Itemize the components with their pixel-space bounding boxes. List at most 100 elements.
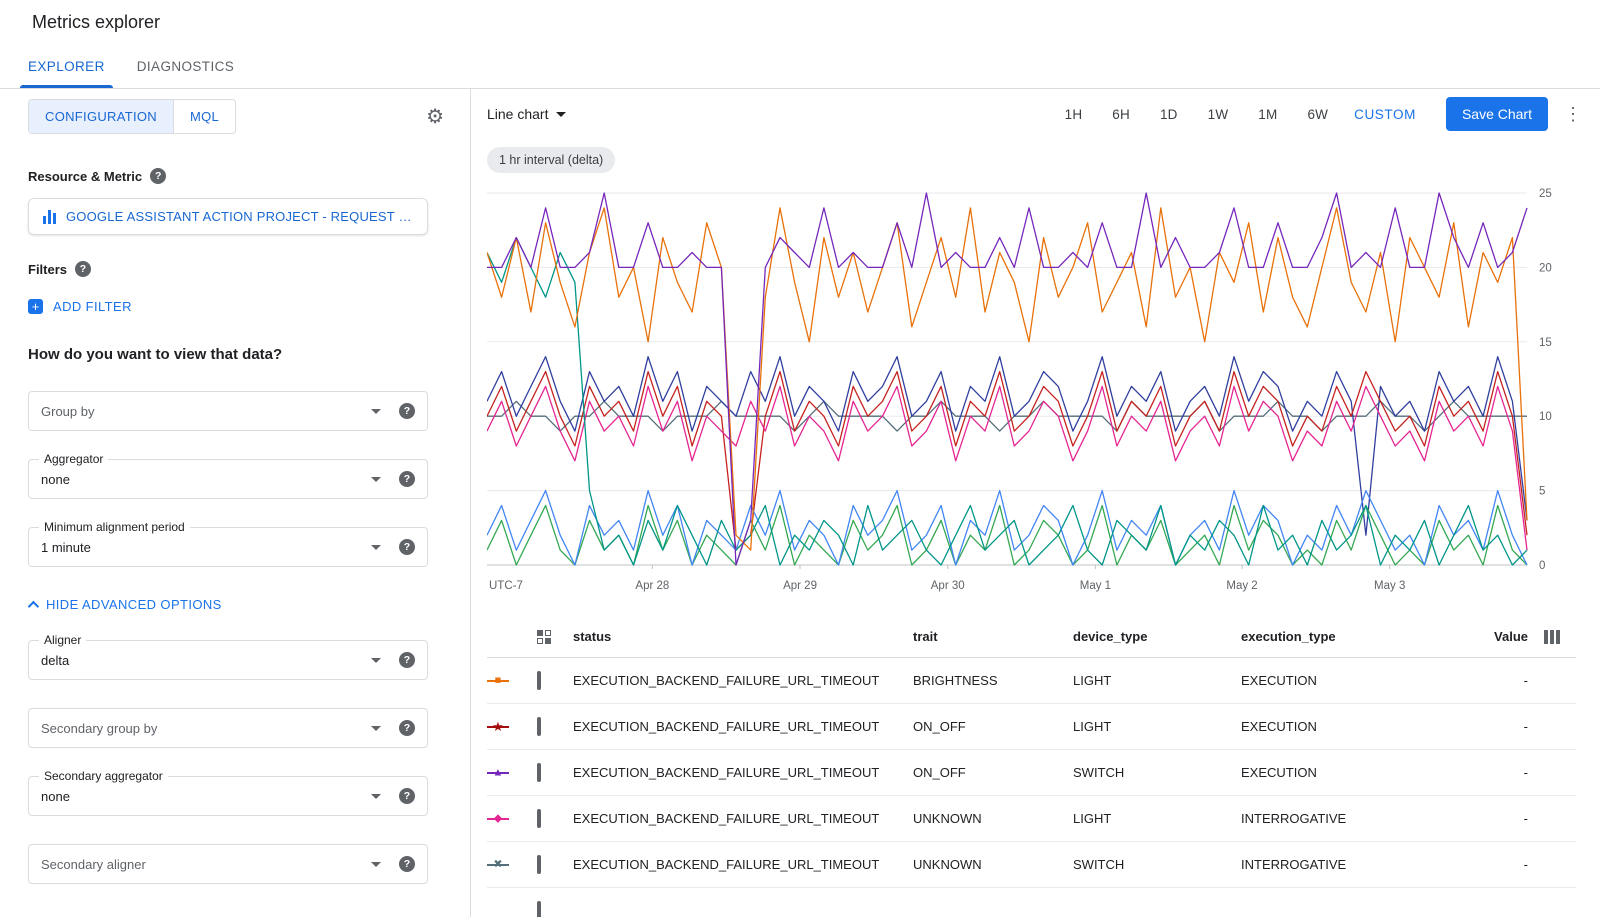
help-icon[interactable]: ? xyxy=(399,539,415,555)
cell-value: - xyxy=(1491,811,1528,826)
range-6h-button[interactable]: 6H xyxy=(1112,107,1130,122)
series-marker-icon: ◆ xyxy=(487,812,509,826)
aligner-select[interactable]: Aligner delta ? xyxy=(28,640,428,680)
svg-text:Apr 30: Apr 30 xyxy=(931,580,965,592)
column-settings-icon[interactable] xyxy=(1544,630,1560,644)
kebab-menu-icon[interactable]: ⋮ xyxy=(1564,104,1582,125)
chevron-up-icon xyxy=(28,600,39,611)
cell-value: - xyxy=(1491,765,1528,780)
secondary-aggregator-value: none xyxy=(41,789,371,804)
chevron-down-icon xyxy=(371,545,381,550)
range-1w-button[interactable]: 1W xyxy=(1208,107,1229,122)
cell-trait: ON_OFF xyxy=(913,719,1073,734)
secondary-group-by-value: Secondary group by xyxy=(41,721,371,736)
min-alignment-period-select[interactable]: Minimum alignment period 1 minute ? xyxy=(28,527,428,567)
svg-text:20: 20 xyxy=(1539,262,1552,274)
help-icon[interactable]: ? xyxy=(399,720,415,736)
chevron-down-icon xyxy=(371,477,381,482)
time-range-group: 1H 6H 1D 1W 1M 6W xyxy=(1065,107,1328,122)
cell-trait: UNKNOWN xyxy=(913,857,1073,872)
hide-advanced-options-button[interactable]: HIDE ADVANCED OPTIONS xyxy=(28,597,442,612)
chevron-down-icon xyxy=(371,862,381,867)
secondary-aggregator-select[interactable]: Secondary aggregator none ? xyxy=(28,776,428,816)
group-by-value: Group by xyxy=(41,404,371,419)
help-icon[interactable]: ? xyxy=(75,261,91,277)
table-row: ★ EXECUTION_BACKEND_FAILURE_URL_TIMEOUT … xyxy=(487,704,1576,750)
toggle-all-series-icon[interactable] xyxy=(537,630,573,644)
row-checkbox[interactable] xyxy=(537,855,541,874)
chart-type-dropdown[interactable]: Line chart xyxy=(487,106,566,122)
series-marker-icon: ■ xyxy=(487,674,509,688)
bar-chart-icon xyxy=(43,210,56,224)
configuration-panel: CONFIGURATION MQL ⚙ Resource & Metric ? … xyxy=(0,89,471,917)
mql-toggle-button[interactable]: MQL xyxy=(173,100,235,133)
table-row xyxy=(487,888,1576,917)
cell-device-type: LIGHT xyxy=(1073,811,1241,826)
cell-execution-type: EXECUTION xyxy=(1241,765,1491,780)
view-question-heading: How do you want to view that data? xyxy=(28,346,442,363)
secondary-aligner-value: Secondary aligner xyxy=(41,857,371,872)
range-6w-button[interactable]: 6W xyxy=(1307,107,1328,122)
cell-execution-type: EXECUTION xyxy=(1241,719,1491,734)
row-checkbox[interactable] xyxy=(537,763,541,782)
cell-device-type: SWITCH xyxy=(1073,857,1241,872)
settings-gear-icon[interactable]: ⚙ xyxy=(426,107,444,127)
secondary-aggregator-label: Secondary aggregator xyxy=(39,769,168,783)
cell-execution-type: INTERROGATIVE xyxy=(1241,857,1491,872)
row-checkbox[interactable] xyxy=(537,809,541,828)
help-icon[interactable]: ? xyxy=(399,652,415,668)
filters-label: Filters xyxy=(28,262,67,277)
table-row: ◆ EXECUTION_BACKEND_FAILURE_URL_TIMEOUT … xyxy=(487,796,1576,842)
series-marker-icon: ✖ xyxy=(487,858,509,872)
svg-text:May 3: May 3 xyxy=(1374,580,1405,592)
help-icon[interactable]: ? xyxy=(399,471,415,487)
page-title: Metrics explorer xyxy=(32,12,1568,33)
range-1d-button[interactable]: 1D xyxy=(1160,107,1178,122)
svg-text:0: 0 xyxy=(1539,560,1545,572)
cell-status: EXECUTION_BACKEND_FAILURE_URL_TIMEOUT xyxy=(573,719,913,734)
column-header-value: Value xyxy=(1491,629,1528,644)
column-header-device-type: device_type xyxy=(1073,629,1241,644)
group-by-select[interactable]: Group by ? xyxy=(28,391,428,431)
min-alignment-period-value: 1 minute xyxy=(41,540,371,555)
legend-table: status trait device_type execution_type … xyxy=(487,616,1576,917)
configuration-toggle-button[interactable]: CONFIGURATION xyxy=(29,100,173,133)
legend-table-header: status trait device_type execution_type … xyxy=(487,616,1576,658)
cell-value: - xyxy=(1491,857,1528,872)
tab-explorer[interactable]: EXPLORER xyxy=(12,45,121,88)
svg-text:Apr 28: Apr 28 xyxy=(635,580,669,592)
chevron-down-icon xyxy=(371,658,381,663)
tab-diagnostics[interactable]: DIAGNOSTICS xyxy=(121,45,250,88)
metric-selector-button[interactable]: GOOGLE ASSISTANT ACTION PROJECT - REQUES… xyxy=(28,198,428,235)
custom-range-button[interactable]: CUSTOM xyxy=(1354,107,1416,122)
chevron-down-icon xyxy=(556,112,566,117)
aggregator-select[interactable]: Aggregator none ? xyxy=(28,459,428,499)
help-icon[interactable]: ? xyxy=(399,856,415,872)
svg-text:May 2: May 2 xyxy=(1226,580,1257,592)
svg-text:5: 5 xyxy=(1539,486,1545,498)
secondary-aligner-select[interactable]: Secondary aligner ? xyxy=(28,844,428,884)
cell-value: - xyxy=(1491,719,1528,734)
tab-bar: EXPLORER DIAGNOSTICS xyxy=(0,45,1600,89)
row-checkbox[interactable] xyxy=(537,717,541,736)
cell-trait: UNKNOWN xyxy=(913,811,1073,826)
help-icon[interactable]: ? xyxy=(399,403,415,419)
chevron-down-icon xyxy=(371,794,381,799)
row-checkbox[interactable] xyxy=(537,671,541,690)
chevron-down-icon xyxy=(371,726,381,731)
range-1m-button[interactable]: 1M xyxy=(1258,107,1277,122)
save-chart-button[interactable]: Save Chart xyxy=(1446,97,1548,131)
cell-value: - xyxy=(1491,673,1528,688)
row-checkbox[interactable] xyxy=(537,901,541,917)
svg-text:Apr 29: Apr 29 xyxy=(783,580,817,592)
cell-status: EXECUTION_BACKEND_FAILURE_URL_TIMEOUT xyxy=(573,811,913,826)
help-icon[interactable]: ? xyxy=(150,168,166,184)
cell-trait: ON_OFF xyxy=(913,765,1073,780)
legend-rows: ■ EXECUTION_BACKEND_FAILURE_URL_TIMEOUT … xyxy=(487,658,1576,917)
secondary-group-by-select[interactable]: Secondary group by ? xyxy=(28,708,428,748)
range-1h-button[interactable]: 1H xyxy=(1065,107,1083,122)
add-filter-button[interactable]: + ADD FILTER xyxy=(28,299,442,314)
help-icon[interactable]: ? xyxy=(399,788,415,804)
timeseries-chart: 0510152025UTC-7Apr 28Apr 29Apr 30May 1Ma… xyxy=(487,183,1580,597)
hide-advanced-options-label: HIDE ADVANCED OPTIONS xyxy=(46,597,222,612)
